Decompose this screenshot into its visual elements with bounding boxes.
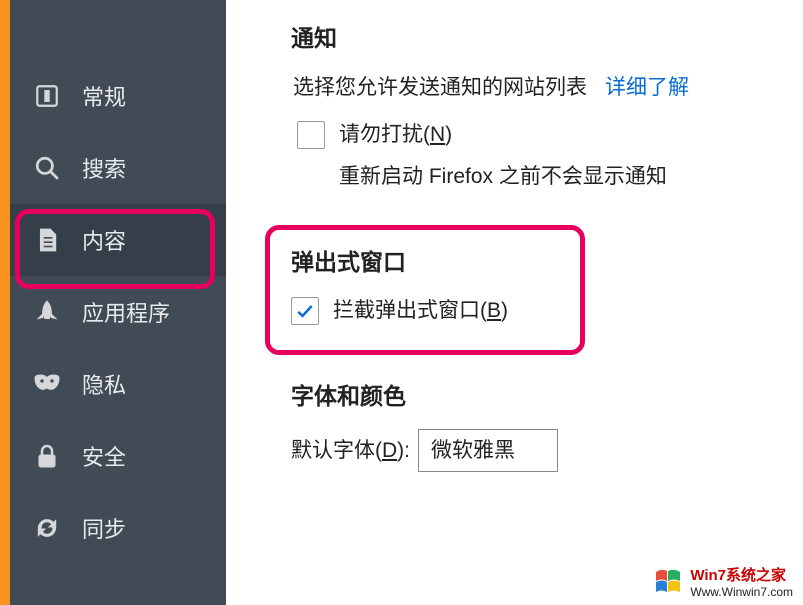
lock-icon [32,441,62,471]
notifications-note: 重新启动 Firefox 之前不会显示通知 [339,160,803,194]
sidebar-item-label: 搜索 [82,152,126,184]
default-font-select[interactable]: 微软雅黑 [418,429,558,473]
sidebar-item-label: 同步 [82,512,126,544]
sidebar-item-content[interactable]: 内容 [10,204,226,276]
watermark: Win7系统之家 Www.Winwin7.com [652,564,793,599]
popups-section: 弹出式窗口 拦截弹出式窗口(B) [291,244,803,328]
notifications-section: 通知 选择您允许发送通知的网站列表 详细了解 请勿打扰(N) 重新启动 Fire… [291,20,803,194]
block-popups-row[interactable]: 拦截弹出式窗口(B) [291,294,803,328]
sync-icon [32,513,62,543]
document-icon [32,225,62,255]
settings-sidebar: 常规 搜索 内容 应用程序 隐私 [0,0,226,605]
notifications-desc: 选择您允许发送通知的网站列表 [293,71,587,105]
sidebar-item-general[interactable]: 常规 [10,60,226,132]
sidebar-item-security[interactable]: 安全 [10,420,226,492]
search-icon [32,153,62,183]
sidebar-item-label: 内容 [82,224,126,256]
general-icon [32,81,62,111]
windows-logo-icon [652,566,684,598]
sidebar-item-privacy[interactable]: 隐私 [10,348,226,420]
notifications-title: 通知 [291,20,803,57]
do-not-disturb-label: 请勿打扰(N) [339,118,452,152]
sidebar-item-label: 安全 [82,440,126,472]
sidebar-item-applications[interactable]: 应用程序 [10,276,226,348]
fonts-section: 字体和颜色 默认字体(D): 微软雅黑 [291,378,803,472]
sidebar-item-label: 应用程序 [82,296,170,328]
sidebar-item-label: 隐私 [82,368,126,400]
mask-icon [32,369,62,399]
block-popups-checkbox[interactable] [291,297,319,325]
do-not-disturb-row[interactable]: 请勿打扰(N) [297,118,803,152]
settings-main: 通知 选择您允许发送通知的网站列表 详细了解 请勿打扰(N) 重新启动 Fire… [226,0,803,605]
learn-more-link[interactable]: 详细了解 [605,71,689,105]
do-not-disturb-checkbox[interactable] [297,121,325,149]
sidebar-item-label: 常规 [82,80,126,112]
rocket-icon [32,297,62,327]
sidebar-item-sync[interactable]: 同步 [10,492,226,564]
default-font-label: 默认字体(D): [291,434,410,468]
sidebar-item-search[interactable]: 搜索 [10,132,226,204]
fonts-title: 字体和颜色 [291,378,803,415]
block-popups-label: 拦截弹出式窗口(B) [333,294,508,328]
popups-title: 弹出式窗口 [291,244,803,281]
watermark-text: Win7系统之家 Www.Winwin7.com [690,564,793,599]
